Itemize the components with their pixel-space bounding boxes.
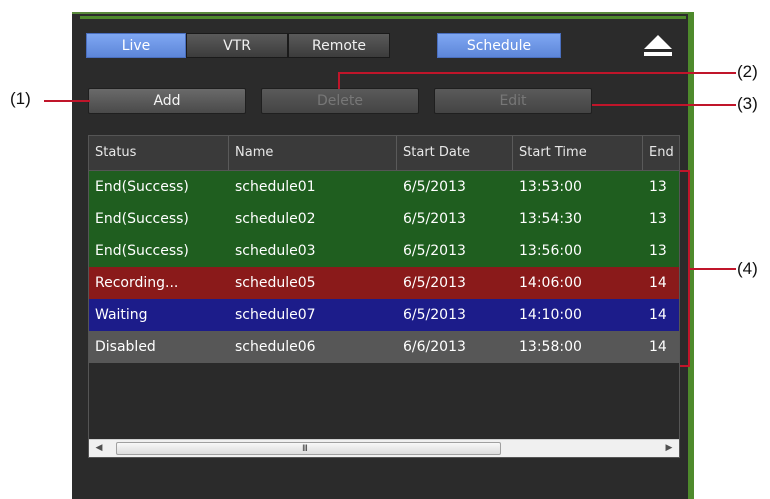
column-header-start-time[interactable]: Start Time bbox=[513, 136, 643, 170]
edit-button[interactable]: Edit bbox=[434, 88, 592, 114]
cell-name: schedule05 bbox=[235, 275, 316, 291]
delete-button[interactable]: Delete bbox=[261, 88, 419, 114]
cell-name: schedule03 bbox=[235, 243, 316, 259]
cell-end: 13 bbox=[649, 211, 667, 227]
cell-date: 6/5/2013 bbox=[403, 179, 466, 195]
cell-end: 13 bbox=[649, 179, 667, 195]
column-header-name[interactable]: Name bbox=[229, 136, 397, 170]
cell-status: Disabled bbox=[95, 339, 156, 355]
horizontal-scrollbar[interactable]: ◀ III ▶ bbox=[89, 439, 679, 457]
scroll-thumb[interactable]: III bbox=[116, 442, 501, 455]
eject-icon[interactable] bbox=[640, 33, 676, 59]
add-button[interactable]: Add bbox=[88, 88, 246, 114]
table-row[interactable]: Disabled schedule06 6/6/2013 13:58:00 14 bbox=[89, 331, 679, 363]
cell-end: 14 bbox=[649, 339, 667, 355]
leader-line-3 bbox=[592, 104, 736, 106]
column-header-start-date[interactable]: Start Date bbox=[397, 136, 513, 170]
cell-end: 13 bbox=[649, 243, 667, 259]
cell-time: 13:58:00 bbox=[519, 339, 582, 355]
cell-name: schedule07 bbox=[235, 307, 316, 323]
cell-date: 6/5/2013 bbox=[403, 211, 466, 227]
callout-3: (3) bbox=[737, 94, 758, 113]
vtr-tab[interactable]: VTR bbox=[186, 33, 288, 58]
cell-name: schedule01 bbox=[235, 179, 316, 195]
leader-line-2-drop bbox=[338, 72, 340, 89]
cell-time: 14:10:00 bbox=[519, 307, 582, 323]
scroll-left-icon[interactable]: ◀ bbox=[92, 440, 106, 457]
schedule-button[interactable]: Schedule bbox=[437, 33, 561, 58]
cell-status: End(Success) bbox=[95, 243, 189, 259]
scroll-grip: III bbox=[302, 444, 308, 454]
leader-line-1 bbox=[44, 100, 90, 102]
cell-date: 6/5/2013 bbox=[403, 243, 466, 259]
table-row[interactable]: End(Success) schedule01 6/5/2013 13:53:00 13 bbox=[89, 171, 679, 203]
cell-time: 13:53:00 bbox=[519, 179, 582, 195]
panel-top-border bbox=[80, 16, 686, 19]
cell-time: 13:54:30 bbox=[519, 211, 582, 227]
table-row[interactable]: Waiting schedule07 6/5/2013 14:10:00 14 bbox=[89, 299, 679, 331]
cell-time: 14:06:00 bbox=[519, 275, 582, 291]
cell-time: 13:56:00 bbox=[519, 243, 582, 259]
cell-date: 6/6/2013 bbox=[403, 339, 466, 355]
table-row[interactable]: End(Success) schedule03 6/5/2013 13:56:00 13 bbox=[89, 235, 679, 267]
table-row[interactable]: Recording... schedule05 6/5/2013 14:06:00 14 bbox=[89, 267, 679, 299]
cell-end: 14 bbox=[649, 275, 667, 291]
cell-name: schedule02 bbox=[235, 211, 316, 227]
leader-line-2 bbox=[338, 72, 736, 74]
cell-date: 6/5/2013 bbox=[403, 275, 466, 291]
cell-end: 14 bbox=[649, 307, 667, 323]
table-row[interactable]: End(Success) schedule02 6/5/2013 13:54:30 13 bbox=[89, 203, 679, 235]
column-header-end[interactable]: End bbox=[643, 136, 679, 170]
cell-status: End(Success) bbox=[95, 211, 189, 227]
schedule-table: Status Name Start Date Start Time End En… bbox=[88, 135, 680, 458]
cell-date: 6/5/2013 bbox=[403, 307, 466, 323]
scroll-right-icon[interactable]: ▶ bbox=[662, 440, 676, 457]
live-tab[interactable]: Live bbox=[86, 33, 186, 58]
column-header-status[interactable]: Status bbox=[89, 136, 229, 170]
rows-bracket-top bbox=[680, 170, 690, 172]
callout-4: (4) bbox=[737, 259, 758, 278]
table-header: Status Name Start Date Start Time End bbox=[89, 136, 679, 171]
cell-status: Waiting bbox=[95, 307, 148, 323]
remote-tab[interactable]: Remote bbox=[288, 33, 390, 58]
callout-1: (1) bbox=[10, 89, 31, 108]
rows-bracket-bottom bbox=[680, 365, 690, 367]
cell-status: Recording... bbox=[95, 275, 179, 291]
cell-status: End(Success) bbox=[95, 179, 189, 195]
callout-2: (2) bbox=[737, 62, 758, 81]
leader-line-4 bbox=[690, 268, 736, 270]
cell-name: schedule06 bbox=[235, 339, 316, 355]
